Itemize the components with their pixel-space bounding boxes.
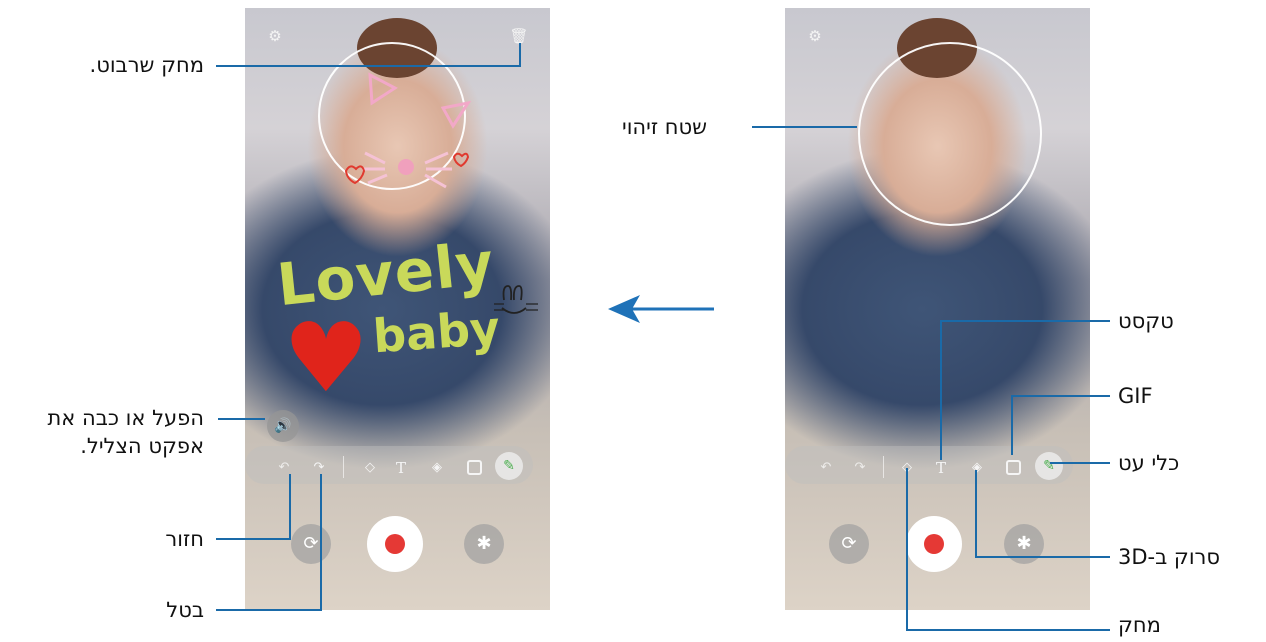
doodle-bunny xyxy=(494,285,538,314)
callout-line-text xyxy=(940,320,1110,322)
face-doodle xyxy=(344,72,472,189)
callout-line-undo-v xyxy=(320,474,322,611)
callout-line-delete xyxy=(216,65,521,67)
callout-line-scanner-v xyxy=(975,470,977,558)
eraser-icon[interactable]: ◇ xyxy=(361,459,379,477)
callout-undo: בטל xyxy=(166,598,204,622)
callout-text: טקסט xyxy=(1118,309,1174,333)
callout-line-redo-v xyxy=(289,474,291,540)
callout-line-undo xyxy=(216,609,322,611)
sound-effect-toggle[interactable]: 🔊 xyxy=(267,410,299,442)
record-dot xyxy=(385,534,405,554)
3d-scanner-icon[interactable]: ◈ xyxy=(968,459,986,477)
detection-area-circle xyxy=(858,42,1042,226)
callout-line-scanner xyxy=(975,556,1110,558)
callout-line-text-v xyxy=(940,320,942,460)
effects-icon[interactable]: ✱ xyxy=(1004,524,1044,564)
callout-sound-line2: אפקט הצליל. xyxy=(80,434,204,458)
gif-icon[interactable] xyxy=(1006,460,1021,475)
callout-redo: חזור xyxy=(165,527,204,551)
flip-camera-icon[interactable]: ⟳ xyxy=(291,524,331,564)
3d-scanner-icon[interactable]: ◈ xyxy=(428,459,446,477)
callout-eraser: מחק xyxy=(1118,613,1161,637)
callout-line-eraser-v xyxy=(906,468,908,631)
gif-icon[interactable] xyxy=(467,460,482,475)
redo-icon[interactable]: ↷ xyxy=(851,459,869,477)
callout-delete-doodle: מחק שרבוט. xyxy=(89,53,204,77)
record-dot xyxy=(924,534,944,554)
callout-line-gif-v xyxy=(1011,395,1013,455)
effects-icon[interactable]: ✱ xyxy=(464,524,504,564)
callout-line-delete-v xyxy=(519,43,521,67)
pen-icon[interactable]: ✎ xyxy=(1035,452,1063,480)
text-icon[interactable]: T xyxy=(392,459,410,477)
record-button[interactable] xyxy=(367,516,423,572)
record-button[interactable] xyxy=(906,516,962,572)
undo-icon[interactable]: ↶ xyxy=(817,459,835,477)
callout-line-sound xyxy=(218,418,265,420)
callout-line-gif xyxy=(1011,395,1110,397)
callout-line-detection xyxy=(752,126,857,128)
callout-pen: כלי עט xyxy=(1118,451,1180,475)
callout-line-eraser xyxy=(906,629,1110,631)
camera-preview-before: ⚙ ↶ ↷ ◇ T ◈ ✎ ⟳ ✱ xyxy=(785,8,1090,610)
settings-icon[interactable]: ⚙ xyxy=(805,26,825,46)
callout-gif: GIF xyxy=(1118,384,1153,408)
callout-sound-line1: הפעל או כבה את xyxy=(47,406,204,430)
doodle-heart: ♥ xyxy=(283,302,370,414)
transition-arrow-icon xyxy=(608,295,714,323)
settings-icon[interactable]: ⚙ xyxy=(265,26,285,46)
pen-icon[interactable]: ✎ xyxy=(495,452,523,480)
toolbar-divider xyxy=(883,456,884,478)
callout-detection-area: שטח זיהוי xyxy=(622,115,707,139)
text-icon[interactable]: T xyxy=(932,459,950,477)
toolbar-divider xyxy=(343,456,344,478)
flip-camera-icon[interactable]: ⟳ xyxy=(829,524,869,564)
doodle-text-baby: baby xyxy=(371,300,502,364)
redo-icon[interactable]: ↷ xyxy=(310,459,328,477)
callout-scanner: סרוק ב-3D xyxy=(1118,545,1221,569)
callout-line-pen xyxy=(1050,462,1110,464)
callout-line-redo xyxy=(216,538,291,540)
